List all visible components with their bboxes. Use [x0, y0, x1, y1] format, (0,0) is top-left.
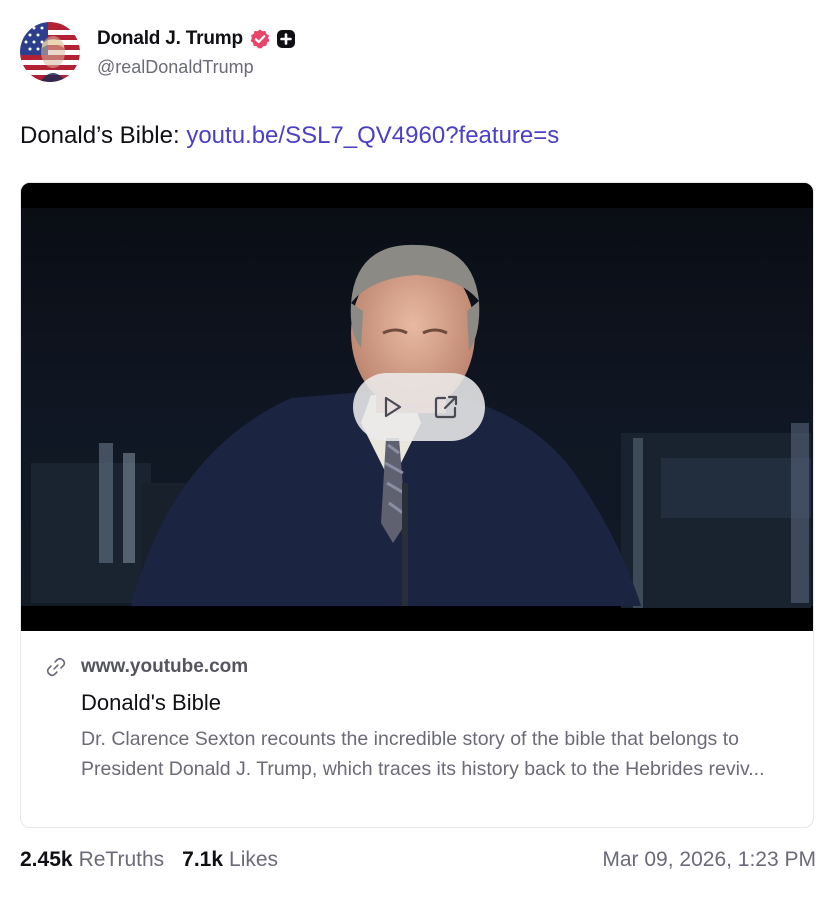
likes-label: Likes [229, 848, 279, 871]
post-header: Donald J. Trump @realDonaldTrump [20, 22, 296, 82]
name-row: Donald J. Trump [97, 26, 296, 52]
retruths-label: ReTruths [78, 848, 165, 871]
external-link-icon[interactable] [432, 393, 460, 421]
play-icon[interactable] [378, 393, 406, 421]
verified-badge-icon [249, 28, 271, 50]
plus-square-icon [276, 29, 296, 49]
retruths-count: 2.45k [20, 848, 73, 871]
post-text: Donald’s Bible: youtu.be/SSL7_QV4960?fea… [20, 122, 559, 150]
retruths-stat[interactable]: 2.45k ReTruths [20, 848, 164, 872]
post-text-prefix: Donald’s Bible: [20, 122, 187, 149]
link-icon [45, 656, 67, 678]
portrait-flag-avatar-icon [20, 22, 80, 82]
post-footer: 2.45k ReTruths 7.1k Likes Mar 09, 2026, … [20, 846, 816, 874]
video-controls [353, 373, 485, 441]
display-name[interactable]: Donald J. Trump [97, 28, 243, 50]
user-meta: Donald J. Trump @realDonaldTrump [97, 26, 296, 78]
link-preview-card[interactable]: www.youtube.com Donald's Bible Dr. Clare… [20, 182, 814, 828]
user-handle[interactable]: @realDonaldTrump [97, 57, 296, 78]
card-title[interactable]: Donald's Bible [81, 690, 221, 716]
card-description: Dr. Clarence Sexton recounts the incredi… [81, 728, 765, 780]
domain-row: www.youtube.com [45, 656, 248, 678]
post-link[interactable]: youtu.be/SSL7_QV4960?feature=s [186, 122, 559, 149]
card-body: www.youtube.com Donald's Bible Dr. Clare… [21, 631, 813, 827]
video-thumbnail[interactable] [21, 183, 813, 631]
post-timestamp[interactable]: Mar 09, 2026, 1:23 PM [602, 848, 816, 872]
card-domain: www.youtube.com [81, 656, 249, 677]
likes-stat[interactable]: 7.1k Likes [182, 848, 278, 872]
avatar[interactable] [20, 22, 80, 82]
likes-count: 7.1k [182, 848, 224, 871]
